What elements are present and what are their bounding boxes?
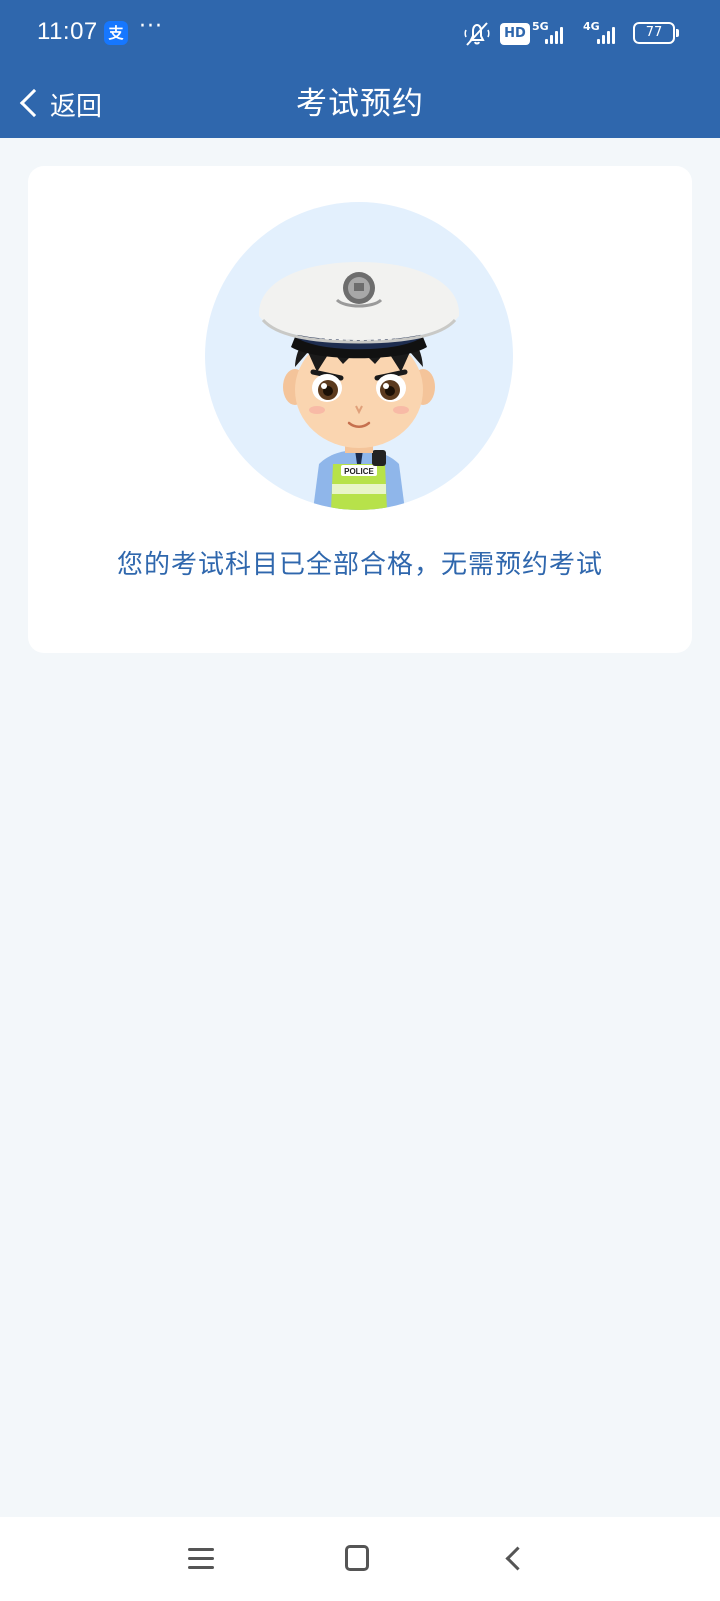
status-bar: 11:07 支 ··· HD 5G 4G 77 <box>0 0 720 68</box>
app-header: 11:07 支 ··· HD 5G 4G 77 返回 考试预约 <box>0 0 720 138</box>
alipay-icon: 支 <box>104 21 128 45</box>
hd-voice-icon: HD <box>500 23 530 45</box>
nav-bar: 返回 考试预约 <box>0 68 720 138</box>
signal-4g-icon <box>597 24 621 44</box>
battery-level: 77 <box>645 25 663 40</box>
police-avatar: POLICE <box>205 202 513 510</box>
battery-tip <box>676 29 679 37</box>
mute-icon <box>464 22 490 46</box>
result-card: POLICE 您的考试科目已全部合格，无需预约考试 <box>28 166 692 653</box>
more-notifications-icon: ··· <box>139 14 163 39</box>
system-nav-bar <box>0 1517 720 1601</box>
signal-5g-icon <box>545 24 569 44</box>
back-icon[interactable] <box>505 1546 530 1571</box>
battery-icon: 77 <box>633 22 675 44</box>
page-title: 考试预约 <box>296 86 424 122</box>
clock: 11:07 <box>37 18 98 45</box>
vest-badge-text: POLICE <box>344 467 374 476</box>
menu-icon[interactable] <box>188 1546 214 1572</box>
home-icon[interactable] <box>345 1545 369 1571</box>
status-message: 您的考试科目已全部合格，无需预约考试 <box>116 550 603 580</box>
police-officer-illustration: POLICE <box>258 262 460 510</box>
